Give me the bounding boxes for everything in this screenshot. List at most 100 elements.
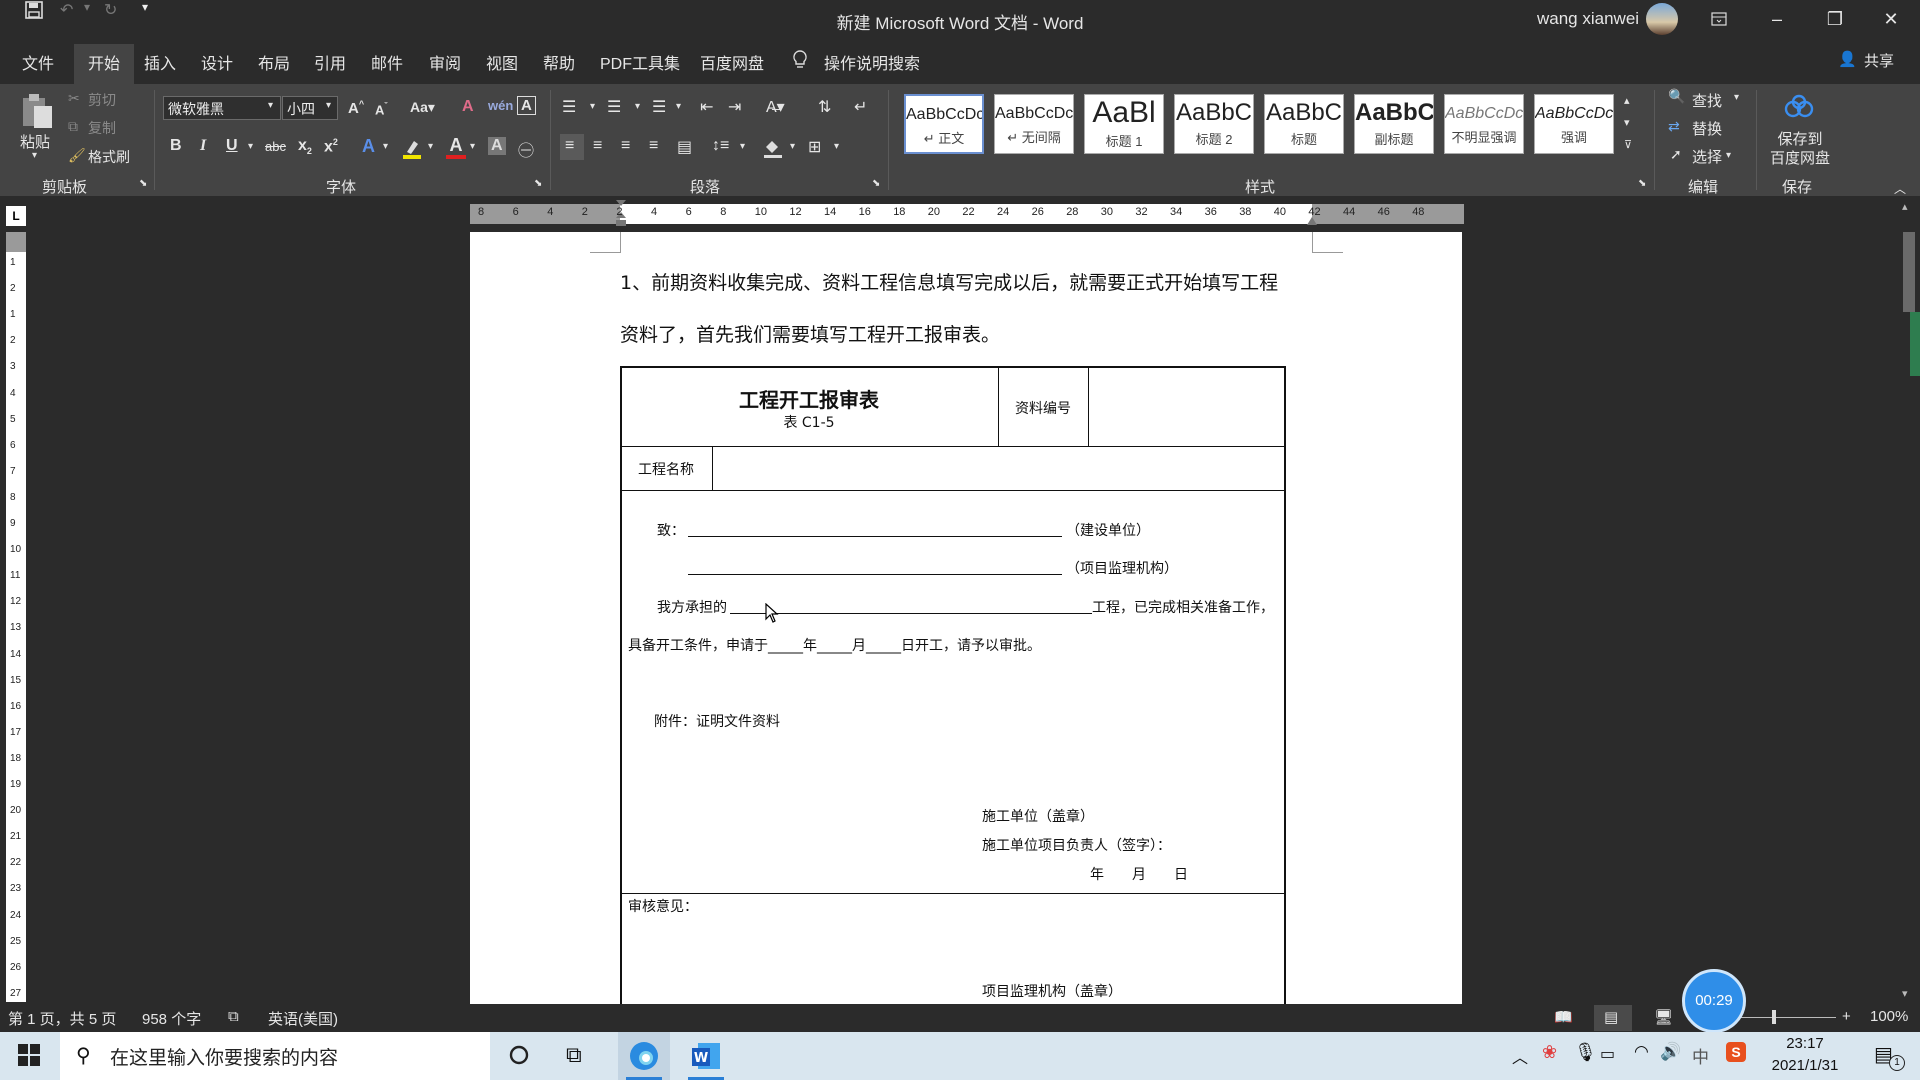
ribbon-display-options-icon[interactable] [1690,0,1748,38]
style-normal[interactable]: AaBbCcDc ↵ 正文 [904,94,984,154]
style-heading-2[interactable]: AaBbC 标题 2 [1174,94,1254,154]
style-heading-1[interactable]: AaBl 标题 1 [1084,94,1164,154]
tab-selector[interactable]: L [6,206,26,226]
word-app-icon[interactable]: W [690,1040,722,1077]
collapse-ribbon-icon[interactable]: ︿ [1894,180,1906,197]
body-paragraph[interactable]: 资料了，首先我们需要填写工程开工报审表。 [620,320,1000,347]
volume-icon[interactable]: 🔊 [1660,1042,1681,1062]
print-layout-icon[interactable]: ▤ [1604,1008,1618,1026]
numbering-dropdown-icon[interactable]: ▾ [635,101,640,112]
tab-layout[interactable]: 布局 [258,50,290,74]
avatar[interactable] [1646,3,1678,35]
tab-help[interactable]: 帮助 [543,50,575,74]
side-panel-tab[interactable] [1910,312,1920,376]
line-spacing-icon[interactable]: ↕≡ [712,137,729,155]
web-layout-icon[interactable]: 🖥 [1654,1008,1673,1026]
format-painter-button[interactable]: 格式刷 [88,147,130,167]
grow-font-icon[interactable]: A^ [348,99,364,117]
project-name-cell[interactable] [714,448,1284,489]
sort-icon[interactable]: ⇅ [818,97,831,117]
zoom-in-icon[interactable]: + [1842,1008,1851,1025]
font-name-combo[interactable]: 微软雅黑 [163,96,281,120]
style-title[interactable]: AaBbC 标题 [1264,94,1344,154]
select-button[interactable]: 选择 [1692,146,1722,167]
font-color-icon[interactable]: A [446,136,466,160]
fill-line[interactable] [688,536,1062,537]
edge-browser-icon[interactable] [628,1040,660,1077]
underline-dropdown-icon[interactable]: ▾ [248,141,253,152]
input-method-icon[interactable]: 中 [1692,1043,1709,1068]
text-effects-dropdown-icon[interactable]: ▾ [383,141,388,152]
minimize-icon[interactable]: – [1748,0,1806,38]
copy-icon[interactable]: ⧉ [68,118,78,135]
tray-app-icon[interactable]: ❀ [1542,1042,1557,1063]
underline-icon[interactable]: U [226,137,238,155]
show-hidden-icons[interactable]: ︿ [1512,1044,1528,1068]
tab-mailings[interactable]: 邮件 [371,50,403,74]
distributed-icon[interactable]: ▤ [677,137,692,157]
select-dropdown-icon[interactable]: ▾ [1726,150,1731,161]
style-emphasis[interactable]: AaBbCcDc 强调 [1534,94,1614,154]
clear-formatting-icon[interactable]: A [462,98,474,116]
cortana-icon[interactable] [508,1044,530,1071]
clipboard-launcher-icon[interactable]: ⬊ [139,178,147,189]
style-subtle-emphasis[interactable]: AaBbCcDc 不明显强调 [1444,94,1524,154]
bold-icon[interactable]: B [170,137,182,155]
find-button[interactable]: 查找 [1692,90,1722,111]
tab-home[interactable]: 开始 [88,50,120,74]
enclose-characters-icon[interactable]: ㊀ [518,137,534,161]
highlight-dropdown-icon[interactable]: ▾ [428,141,433,152]
strikethrough-icon[interactable]: abc [265,139,286,154]
styles-more-icon[interactable]: ⊽ [1624,138,1632,151]
page-count[interactable]: 第 1 页，共 5 页 [8,1008,116,1029]
find-dropdown-icon[interactable]: ▾ [1734,92,1739,103]
scroll-down-icon[interactable]: ▾ [1902,987,1908,1000]
save-to-baidu-button[interactable]: 保存到 百度网盘 [1764,130,1836,168]
format-painter-icon[interactable]: 🖌 [68,147,86,164]
style-no-spacing[interactable]: AaBbCcDc ↵ 无间隔 [994,94,1074,154]
find-icon[interactable]: 🔍 [1668,88,1685,105]
microphone-icon[interactable]: 🎙 [1574,1042,1597,1063]
replace-icon[interactable]: ⇄ [1668,118,1680,135]
tab-file[interactable]: 文件 [22,50,54,74]
bullets-dropdown-icon[interactable]: ▾ [590,101,595,112]
restore-icon[interactable]: ❐ [1806,0,1864,38]
borders-icon[interactable]: ⊞ [808,137,821,157]
windows-start-icon[interactable] [18,1044,40,1071]
tab-insert[interactable]: 插入 [144,50,176,74]
paste-icon[interactable] [20,92,54,135]
character-shading-icon[interactable]: A [488,137,506,155]
align-center-icon[interactable]: ≡ [593,137,602,155]
text-effects-icon[interactable]: A [362,136,375,157]
zoom-slider-thumb[interactable] [1772,1010,1776,1024]
line-spacing-dropdown-icon[interactable]: ▾ [740,141,745,152]
doc-no-cell[interactable] [1090,368,1284,445]
word-count[interactable]: 958 个字 [142,1008,201,1029]
font-color-dropdown-icon[interactable]: ▾ [470,141,475,152]
baidu-netdisk-icon[interactable] [1784,94,1814,125]
shrink-font-icon[interactable]: Aˇ [375,101,387,117]
scroll-up-icon[interactable]: ▴ [1902,200,1908,213]
replace-button[interactable]: 替换 [1692,118,1722,139]
show-hide-marks-icon[interactable]: ↵ [854,97,867,117]
proofing-icon[interactable]: ⧉ [228,1008,239,1025]
superscript-icon[interactable]: x2 [324,137,338,156]
change-case-icon[interactable]: Aa▾ [410,99,435,116]
paragraph-launcher-icon[interactable]: ⬊ [872,178,880,189]
multilevel-dropdown-icon[interactable]: ▾ [676,101,681,112]
tab-references[interactable]: 引用 [314,50,346,74]
tab-pdf-tools[interactable]: PDF工具集 [600,50,680,74]
battery-icon[interactable]: ▭ [1600,1044,1615,1064]
shading-dropdown-icon[interactable]: ▾ [790,141,795,152]
increase-indent-icon[interactable]: ⇥ [728,97,741,117]
align-left-icon[interactable]: ≡ [565,137,574,155]
align-right-icon[interactable]: ≡ [621,137,630,155]
styles-scroll-down-icon[interactable]: ▾ [1624,116,1630,129]
style-subtitle[interactable]: AaBbC 副标题 [1354,94,1434,154]
phonetic-guide-icon[interactable]: wén [488,98,513,113]
paste-button[interactable]: 粘贴 [20,131,50,152]
fill-line[interactable] [730,613,1092,614]
tell-me-search[interactable]: 操作说明搜索 [824,50,920,74]
user-name[interactable]: wang xianwei [1537,9,1639,29]
numbering-icon[interactable]: ☰ [607,97,621,117]
